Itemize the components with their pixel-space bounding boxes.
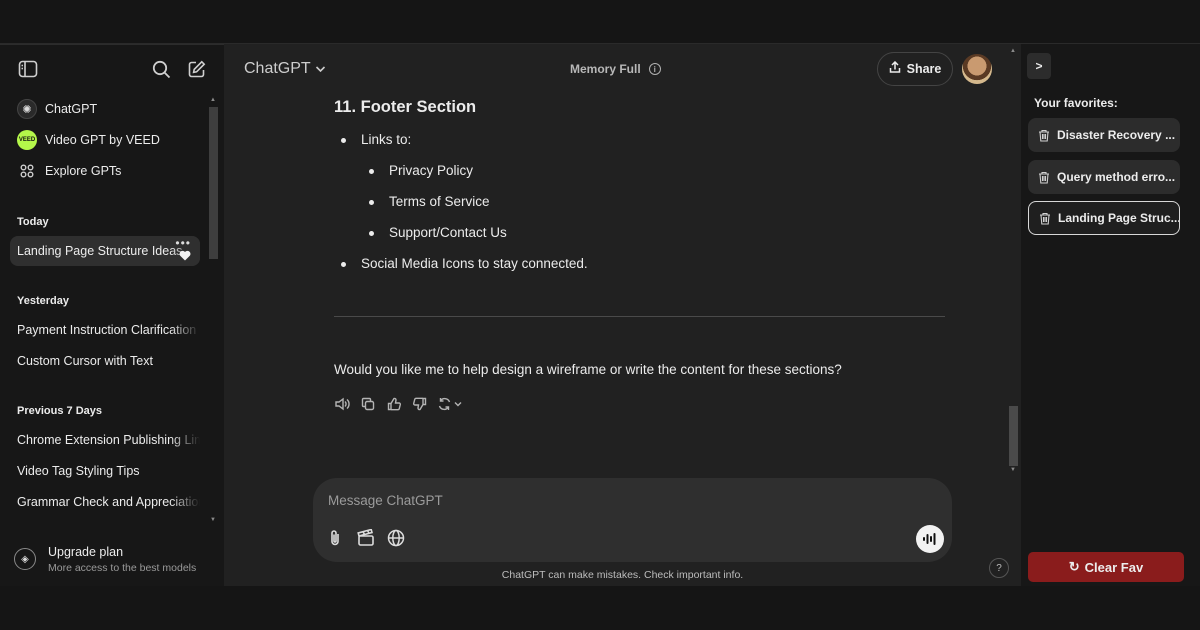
upgrade-subtitle: More access to the best models: [48, 561, 197, 574]
chat-item[interactable]: Chrome Extension Publishing Limits: [10, 425, 200, 455]
list-item: Social Media Icons to stay connected.: [341, 256, 588, 271]
veed-logo-icon: VEED: [17, 130, 37, 150]
sidebar-item-chatgpt[interactable]: ✺ ChatGPT: [10, 94, 200, 124]
attach-icon[interactable]: [325, 528, 345, 548]
scroll-down-arrow-icon[interactable]: ▼: [210, 517, 216, 523]
grid-icon: [17, 161, 37, 181]
model-name: ChatGPT: [244, 60, 311, 77]
list-item: Support/Contact Us: [369, 225, 507, 240]
favorite-label: Disaster Recovery ...: [1057, 128, 1176, 142]
message-actions: [334, 396, 466, 412]
favorite-item-active[interactable]: Landing Page Struc...: [1028, 201, 1180, 235]
trash-icon: [1040, 212, 1050, 225]
favorite-item[interactable]: Disaster Recovery ...: [1028, 118, 1180, 152]
toggle-sidebar-icon[interactable]: [17, 58, 39, 80]
share-label: Share: [906, 62, 942, 76]
list-item: Links to:: [340, 132, 412, 147]
scroll-down-arrow-icon[interactable]: ▼: [1010, 467, 1016, 473]
chat-item[interactable]: Grammar Check and Appreciation: [10, 487, 200, 517]
chat-item-label: Custom Cursor with Text: [17, 354, 153, 368]
assistant-question: Would you like me to help design a wiref…: [334, 362, 842, 377]
section-label-previous-7-days: Previous 7 Days: [17, 405, 102, 417]
video-clapper-icon[interactable]: [356, 528, 376, 548]
sidebar: ✺ ChatGPT VEED Video GPT by VEED Explore…: [0, 44, 224, 586]
regenerate-icon[interactable]: [438, 396, 466, 412]
chat-item[interactable]: Payment Instruction Clarification: [10, 315, 200, 345]
upgrade-icon: ◈: [14, 548, 36, 570]
sidebar-item-explore-gpts[interactable]: Explore GPTs: [10, 156, 200, 186]
clear-favorites-button[interactable]: ↻ Clear Fav: [1028, 552, 1184, 582]
voice-mode-button[interactable]: [916, 525, 944, 553]
favorite-item[interactable]: Query method erro...: [1028, 160, 1180, 194]
globe-icon[interactable]: [386, 528, 406, 548]
list-item: Privacy Policy: [368, 163, 474, 178]
scroll-up-arrow-icon[interactable]: ▲: [1010, 48, 1016, 54]
section-label-yesterday: Yesterday: [17, 295, 69, 307]
chevron-down-icon: [315, 60, 326, 78]
search-icon[interactable]: [150, 58, 172, 80]
section-heading: 11. Footer Section: [334, 98, 477, 116]
sidebar-item-label: ChatGPT: [45, 102, 98, 116]
browser-bottom-bar: [0, 586, 1200, 630]
message-composer: [313, 478, 952, 562]
sidebar-scrollbar[interactable]: [209, 107, 218, 259]
help-button[interactable]: ?: [989, 558, 1009, 578]
favorite-label: Query method erro...: [1057, 170, 1176, 184]
openai-logo-icon: ✺: [17, 99, 37, 119]
chat-item-active[interactable]: Landing Page Structure Ideas •••: [10, 236, 200, 266]
thumbs-down-icon[interactable]: [412, 396, 428, 412]
chat-item-label: Landing Page Structure Ideas: [17, 244, 183, 258]
browser-top-bar: [0, 0, 1200, 44]
memory-status[interactable]: Memory Full i: [570, 62, 661, 76]
chat-item-label: Video Tag Styling Tips: [17, 464, 140, 478]
trash-icon: [1039, 171, 1049, 184]
favorite-label: Landing Page Struc...: [1058, 211, 1180, 225]
favorites-title: Your favorites:: [1034, 96, 1118, 110]
upgrade-plan-button[interactable]: ◈ Upgrade plan More access to the best m…: [14, 541, 214, 577]
read-aloud-icon[interactable]: [334, 396, 350, 412]
sidebar-item-label: Explore GPTs: [45, 164, 122, 178]
message-input[interactable]: [328, 490, 888, 510]
new-chat-icon[interactable]: [185, 58, 207, 80]
scroll-up-arrow-icon[interactable]: ▲: [210, 97, 216, 103]
favorites-toggle-button[interactable]: >: [1027, 53, 1051, 79]
share-icon: [889, 60, 901, 77]
favorites-panel: > Your favorites: Disaster Recovery ... …: [1021, 44, 1200, 586]
trash-icon: [1039, 129, 1049, 142]
more-options-icon[interactable]: •••: [175, 236, 191, 250]
memory-label: Memory Full: [570, 62, 641, 76]
chat-item[interactable]: Video Tag Styling Tips: [10, 456, 200, 486]
share-button[interactable]: Share: [877, 52, 953, 86]
sidebar-item-label: Video GPT by VEED: [45, 133, 160, 147]
chatgpt-app: ✺ ChatGPT VEED Video GPT by VEED Explore…: [0, 44, 1200, 586]
divider: [334, 316, 945, 317]
copy-icon[interactable]: [360, 396, 376, 412]
heart-icon[interactable]: [179, 250, 191, 264]
refresh-icon: ↻: [1068, 559, 1080, 574]
model-selector[interactable]: ChatGPT: [244, 60, 326, 78]
avatar[interactable]: [962, 54, 992, 84]
upgrade-title: Upgrade plan: [48, 544, 124, 559]
section-label-today: Today: [17, 216, 49, 228]
main-chat-area: ChatGPT Memory Full i Share 11. Footer S…: [224, 44, 1021, 586]
disclaimer: ChatGPT can make mistakes. Check importa…: [501, 569, 744, 581]
info-icon[interactable]: i: [648, 63, 661, 75]
chat-scrollbar[interactable]: [1009, 406, 1018, 466]
chat-item[interactable]: Custom Cursor with Text: [10, 346, 200, 376]
thumbs-up-icon[interactable]: [386, 396, 402, 412]
sidebar-item-video-gpt[interactable]: VEED Video GPT by VEED: [10, 125, 200, 155]
list-item: Terms of Service: [369, 194, 490, 209]
clear-favorites-label: Clear Fav: [1084, 559, 1144, 575]
